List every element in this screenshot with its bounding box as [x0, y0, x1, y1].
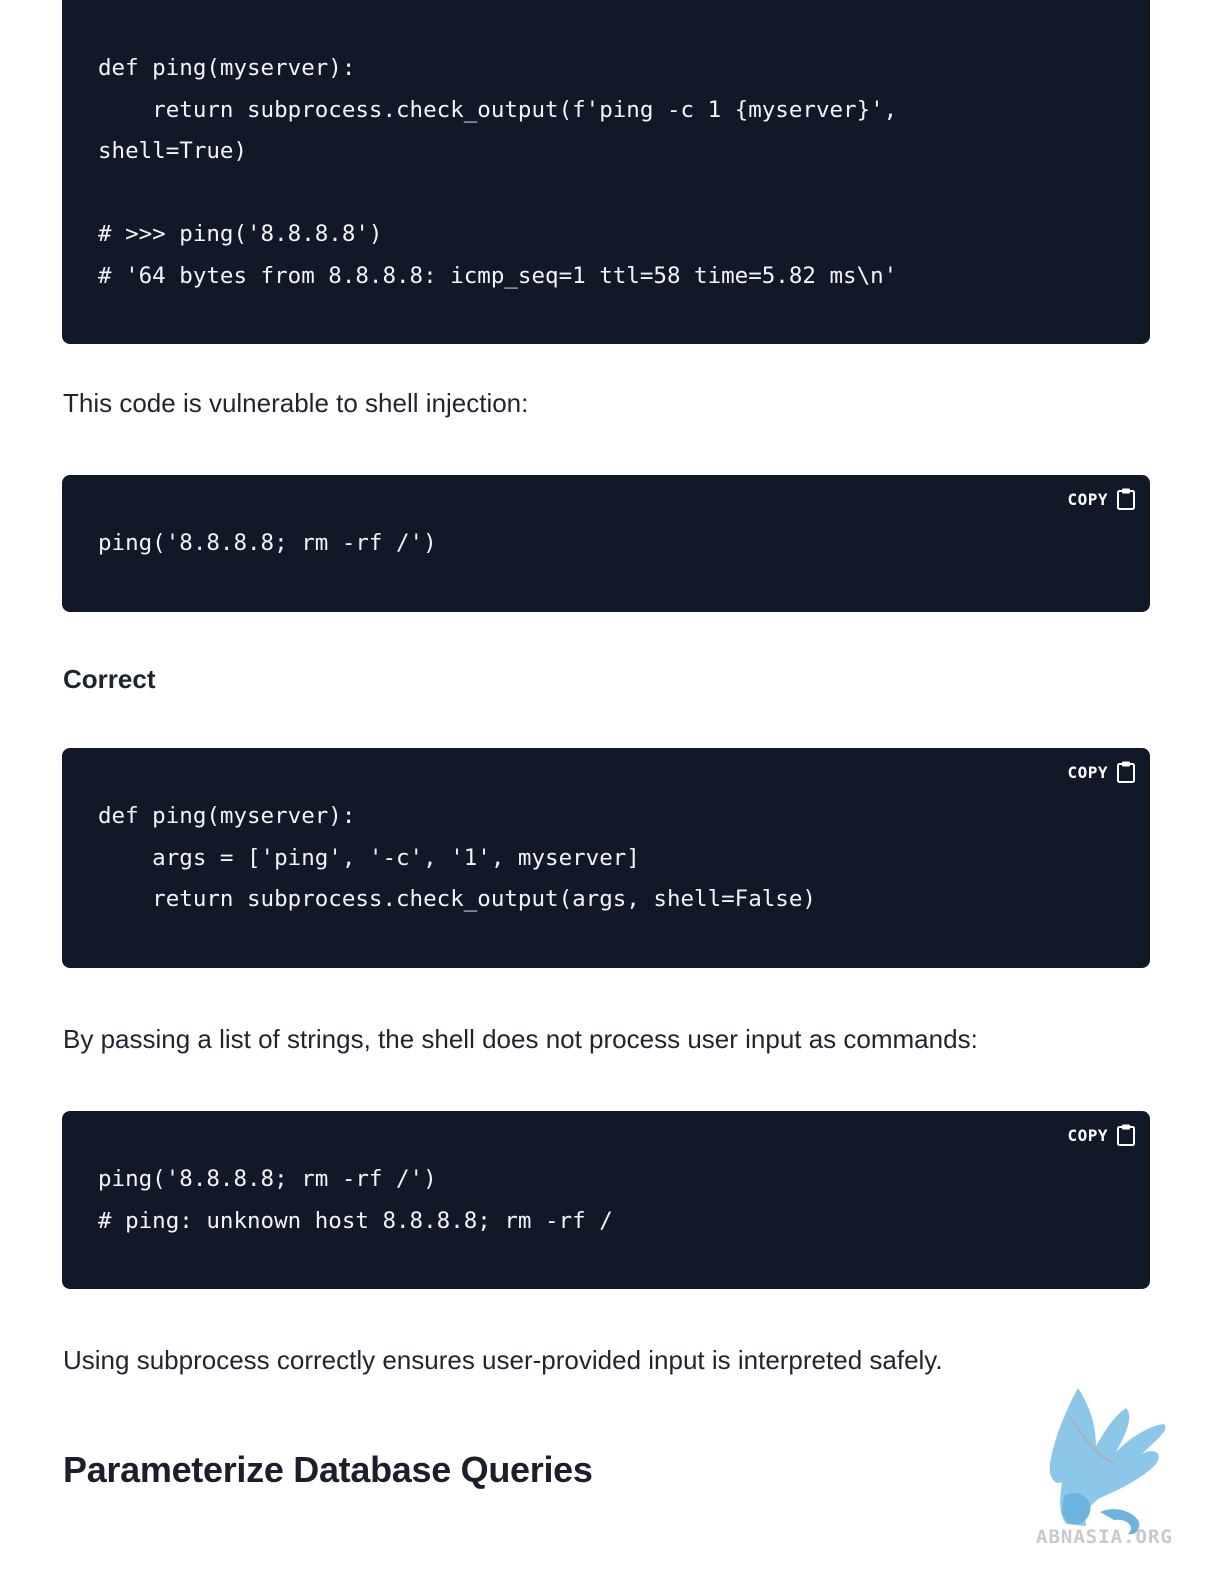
clipboard-icon: [1117, 488, 1135, 510]
code-block-ping-vulnerable: def ping(myserver): return subprocess.ch…: [62, 0, 1150, 344]
clipboard-icon: [1117, 1124, 1135, 1146]
copy-label: COPY: [1067, 762, 1108, 782]
code-line: def ping(myserver):: [98, 803, 356, 829]
copy-label: COPY: [1067, 1125, 1108, 1145]
code-block-injection-example: COPY ping('8.8.8.8; rm -rf /'): [62, 475, 1150, 612]
code-line: def ping(myserver):: [98, 55, 356, 81]
code-line: shell=True): [98, 138, 248, 164]
copy-button[interactable]: COPY: [1067, 760, 1136, 784]
watermark-text: ABNASIA.ORG: [1036, 1526, 1173, 1548]
code-line: # >>> ping('8.8.8.8'): [98, 221, 383, 247]
copy-button[interactable]: COPY: [1067, 487, 1136, 511]
code-block-ping-correct: COPY def ping(myserver): args = ['ping',…: [62, 748, 1150, 968]
code-line: # '64 bytes from 8.8.8.8: icmp_seq=1 ttl…: [98, 263, 898, 289]
code-line: args = ['ping', '-c', '1', myserver]: [98, 845, 640, 871]
paragraph-conclusion: Using subprocess correctly ensures user-…: [63, 1345, 943, 1375]
section-heading: Parameterize Database Queries: [63, 1449, 593, 1490]
subheading-correct: Correct: [63, 664, 156, 694]
code-line: ping('8.8.8.8; rm -rf /'): [98, 1166, 437, 1192]
paragraph-list-of-strings: By passing a list of strings, the shell …: [63, 1024, 978, 1054]
paragraph-vulnerable-note: This code is vulnerable to shell injecti…: [63, 388, 529, 418]
code-line: ping('8.8.8.8; rm -rf /'): [98, 530, 437, 556]
code-line: return subprocess.check_output(args, she…: [98, 886, 816, 912]
code-line: return subprocess.check_output(f'ping -c…: [98, 97, 898, 123]
copy-label: COPY: [1067, 489, 1108, 509]
code-block-safe-result: COPY ping('8.8.8.8; rm -rf /') # ping: u…: [62, 1111, 1150, 1289]
copy-button[interactable]: COPY: [1067, 1123, 1136, 1147]
code-line: # ping: unknown host 8.8.8.8; rm -rf /: [98, 1208, 613, 1234]
clipboard-icon: [1117, 761, 1135, 783]
